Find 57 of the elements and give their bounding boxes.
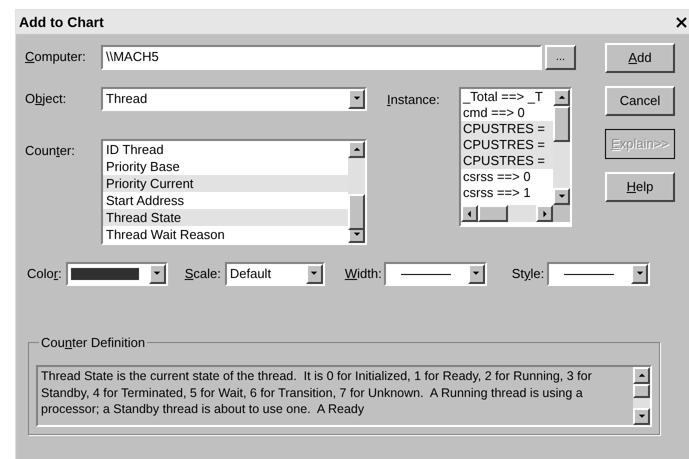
left-arrow-icon (466, 210, 474, 218)
up-arrow-icon (638, 372, 646, 380)
option-label: Color: (27, 265, 62, 284)
option-dropdown[interactable] (66, 262, 168, 286)
option-dropdown[interactable] (384, 262, 487, 286)
object-label: Object: (25, 90, 68, 108)
instance-item[interactable]: CPUSTRES = (461, 153, 553, 169)
scroll-down-button[interactable] (633, 408, 650, 425)
object-dropdown[interactable]: Thread (101, 87, 367, 111)
scrollbar-thumb[interactable] (348, 194, 365, 230)
up-arrow-icon (352, 146, 360, 154)
up-arrow-icon (558, 94, 566, 102)
dropdown-button[interactable] (148, 264, 166, 284)
dropdown-button[interactable] (468, 264, 485, 284)
instance-item[interactable]: CPUSTRES = (461, 137, 553, 153)
right-arrow-icon (540, 210, 548, 218)
dialog-button[interactable]: Help (605, 172, 675, 202)
object-value: Thread (106, 90, 148, 108)
counter-label: Counter: (25, 142, 76, 160)
window-title: Add to Chart (19, 12, 104, 32)
dropdown-button[interactable] (348, 89, 365, 109)
scroll-up-button[interactable] (348, 141, 365, 158)
scrollbar-thumb[interactable] (553, 106, 570, 142)
line-sample-icon (564, 272, 614, 276)
scroll-up-button[interactable] (553, 89, 570, 106)
option-label: Width: (344, 265, 382, 284)
scale-value: Default (230, 265, 272, 284)
option-dropdown[interactable] (547, 262, 650, 286)
down-arrow-icon (352, 230, 360, 238)
instance-list[interactable]: _Total ==> _T cmd ==> 0 CPUSTRES = CPUSTRES = CPUSTRES = csrss ==> 0 csrss ==> 1 (459, 87, 572, 227)
computer-label: Computer: (25, 48, 87, 66)
dropdown-button[interactable] (631, 264, 648, 284)
counter-item[interactable]: Thread State (103, 209, 348, 226)
scrollbar-thumb[interactable] (633, 384, 650, 398)
scroll-up-button[interactable] (633, 367, 650, 384)
dropdown-button[interactable] (306, 264, 323, 284)
option-label: Scale: (184, 265, 221, 284)
counter-item[interactable]: Priority Current (103, 175, 348, 192)
dialog-button[interactable]: Add (605, 43, 675, 73)
scroll-left-button[interactable] (461, 205, 478, 222)
down-arrow-icon (638, 412, 646, 420)
scrollbar-corner (553, 205, 570, 222)
line-sample-icon (400, 272, 451, 276)
option-label: Style: (512, 265, 544, 284)
definition-text: Thread State is the current state of the thread. It is 0 for Initialized, 1 for Ready, 2 for Running, 3 for Standby, 4 for Terminated, 5 for Wait, 6 for Transition, 7 for Unknown. A Running thread is using a processor; a Standby thread is about to use one. A Ready (40, 368, 593, 418)
computer-field[interactable]: \\MACH5 (101, 44, 542, 70)
scrollbar-thumb[interactable] (478, 205, 508, 222)
close-icon[interactable] (676, 16, 687, 28)
browse-button[interactable]: ... (545, 44, 576, 70)
instance-item[interactable]: CPUSTRES = (461, 121, 553, 137)
option-dropdown[interactable]: Default (224, 262, 325, 286)
down-arrow-icon (558, 192, 566, 200)
scroll-down-button[interactable] (553, 188, 570, 205)
dialog-button[interactable]: Cancel (605, 86, 675, 116)
instance-label: Instance: (387, 91, 441, 109)
counter-list[interactable]: ID Thread Priority Base Priority Current Start Address Thread State Thread Wait Reason (101, 139, 367, 245)
scroll-right-button[interactable] (536, 205, 553, 222)
